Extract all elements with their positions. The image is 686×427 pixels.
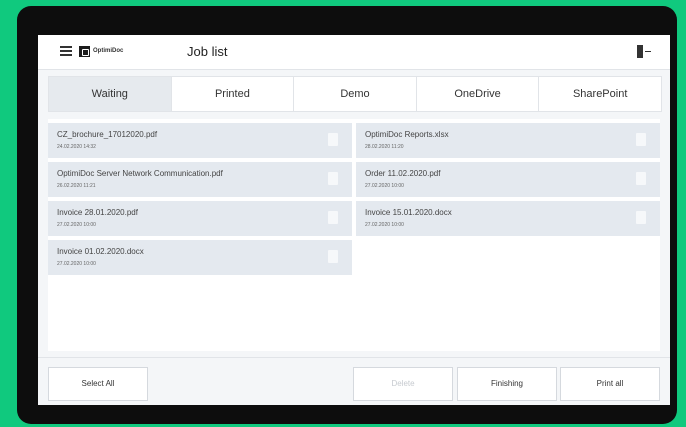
tab-sharepoint[interactable]: SharePoint xyxy=(539,77,661,111)
document-icon xyxy=(636,133,646,146)
document-icon xyxy=(636,172,646,185)
job-list: CZ_brochure_17012020.pdf 24.02.2020 14:3… xyxy=(48,119,660,351)
document-icon xyxy=(328,250,338,263)
screen: OptimiDoc Job list Waiting Printed Demo … xyxy=(38,35,670,405)
document-icon xyxy=(328,211,338,224)
job-date: 27.02.2020 10:00 xyxy=(365,183,404,189)
job-card[interactable]: Order 11.02.2020.pdf 27.02.2020 10:00 xyxy=(356,162,660,197)
job-name: OptimiDoc Server Network Communication.p… xyxy=(57,169,223,178)
logo-mark xyxy=(79,45,90,57)
tab-onedrive[interactable]: OneDrive xyxy=(417,77,540,111)
job-card[interactable]: Invoice 28.01.2020.pdf 27.02.2020 10:00 xyxy=(48,201,352,236)
job-date: 24.02.2020 14:32 xyxy=(57,144,96,150)
job-name: Invoice 15.01.2020.docx xyxy=(365,208,452,217)
job-name: Invoice 01.02.2020.docx xyxy=(57,247,144,256)
print-all-button[interactable]: Print all xyxy=(560,367,660,401)
tab-bar: Waiting Printed Demo OneDrive SharePoint xyxy=(48,76,662,112)
job-name: OptimiDoc Reports.xlsx xyxy=(365,130,449,139)
document-icon xyxy=(636,211,646,224)
job-date: 27.02.2020 10:00 xyxy=(57,222,96,228)
job-card[interactable]: Invoice 15.01.2020.docx 27.02.2020 10:00 xyxy=(356,201,660,236)
job-card[interactable]: CZ_brochure_17012020.pdf 24.02.2020 14:3… xyxy=(48,123,352,158)
job-card[interactable]: Invoice 01.02.2020.docx 27.02.2020 10:00 xyxy=(48,240,352,275)
job-name: Order 11.02.2020.pdf xyxy=(365,169,441,178)
document-icon xyxy=(328,172,338,185)
select-all-button[interactable]: Select All xyxy=(48,367,148,401)
top-bar: OptimiDoc Job list xyxy=(38,35,670,70)
document-icon xyxy=(328,133,338,146)
tab-waiting[interactable]: Waiting xyxy=(49,77,172,111)
job-date: 27.02.2020 10:00 xyxy=(365,222,404,228)
job-name: CZ_brochure_17012020.pdf xyxy=(57,130,158,139)
page-title: Job list xyxy=(187,44,228,59)
finishing-button[interactable]: Finishing xyxy=(457,367,557,401)
bottom-bar: Select All Delete Finishing Print all xyxy=(38,357,670,405)
delete-button[interactable]: Delete xyxy=(353,367,453,401)
logo-text: OptimiDoc xyxy=(93,48,124,54)
job-card[interactable]: OptimiDoc Server Network Communication.p… xyxy=(48,162,352,197)
job-name: Invoice 28.01.2020.pdf xyxy=(57,208,138,217)
tab-printed[interactable]: Printed xyxy=(172,77,295,111)
job-card[interactable]: OptimiDoc Reports.xlsx 28.02.2020 11:20 xyxy=(356,123,660,158)
logout-icon[interactable] xyxy=(637,44,651,60)
job-date: 27.02.2020 10:00 xyxy=(57,261,96,267)
job-date: 28.02.2020 11:20 xyxy=(365,144,404,150)
job-date: 26.02.2020 11:21 xyxy=(57,183,96,189)
tab-demo[interactable]: Demo xyxy=(294,77,417,111)
menu-icon[interactable] xyxy=(60,46,72,56)
logo: OptimiDoc xyxy=(79,44,123,58)
